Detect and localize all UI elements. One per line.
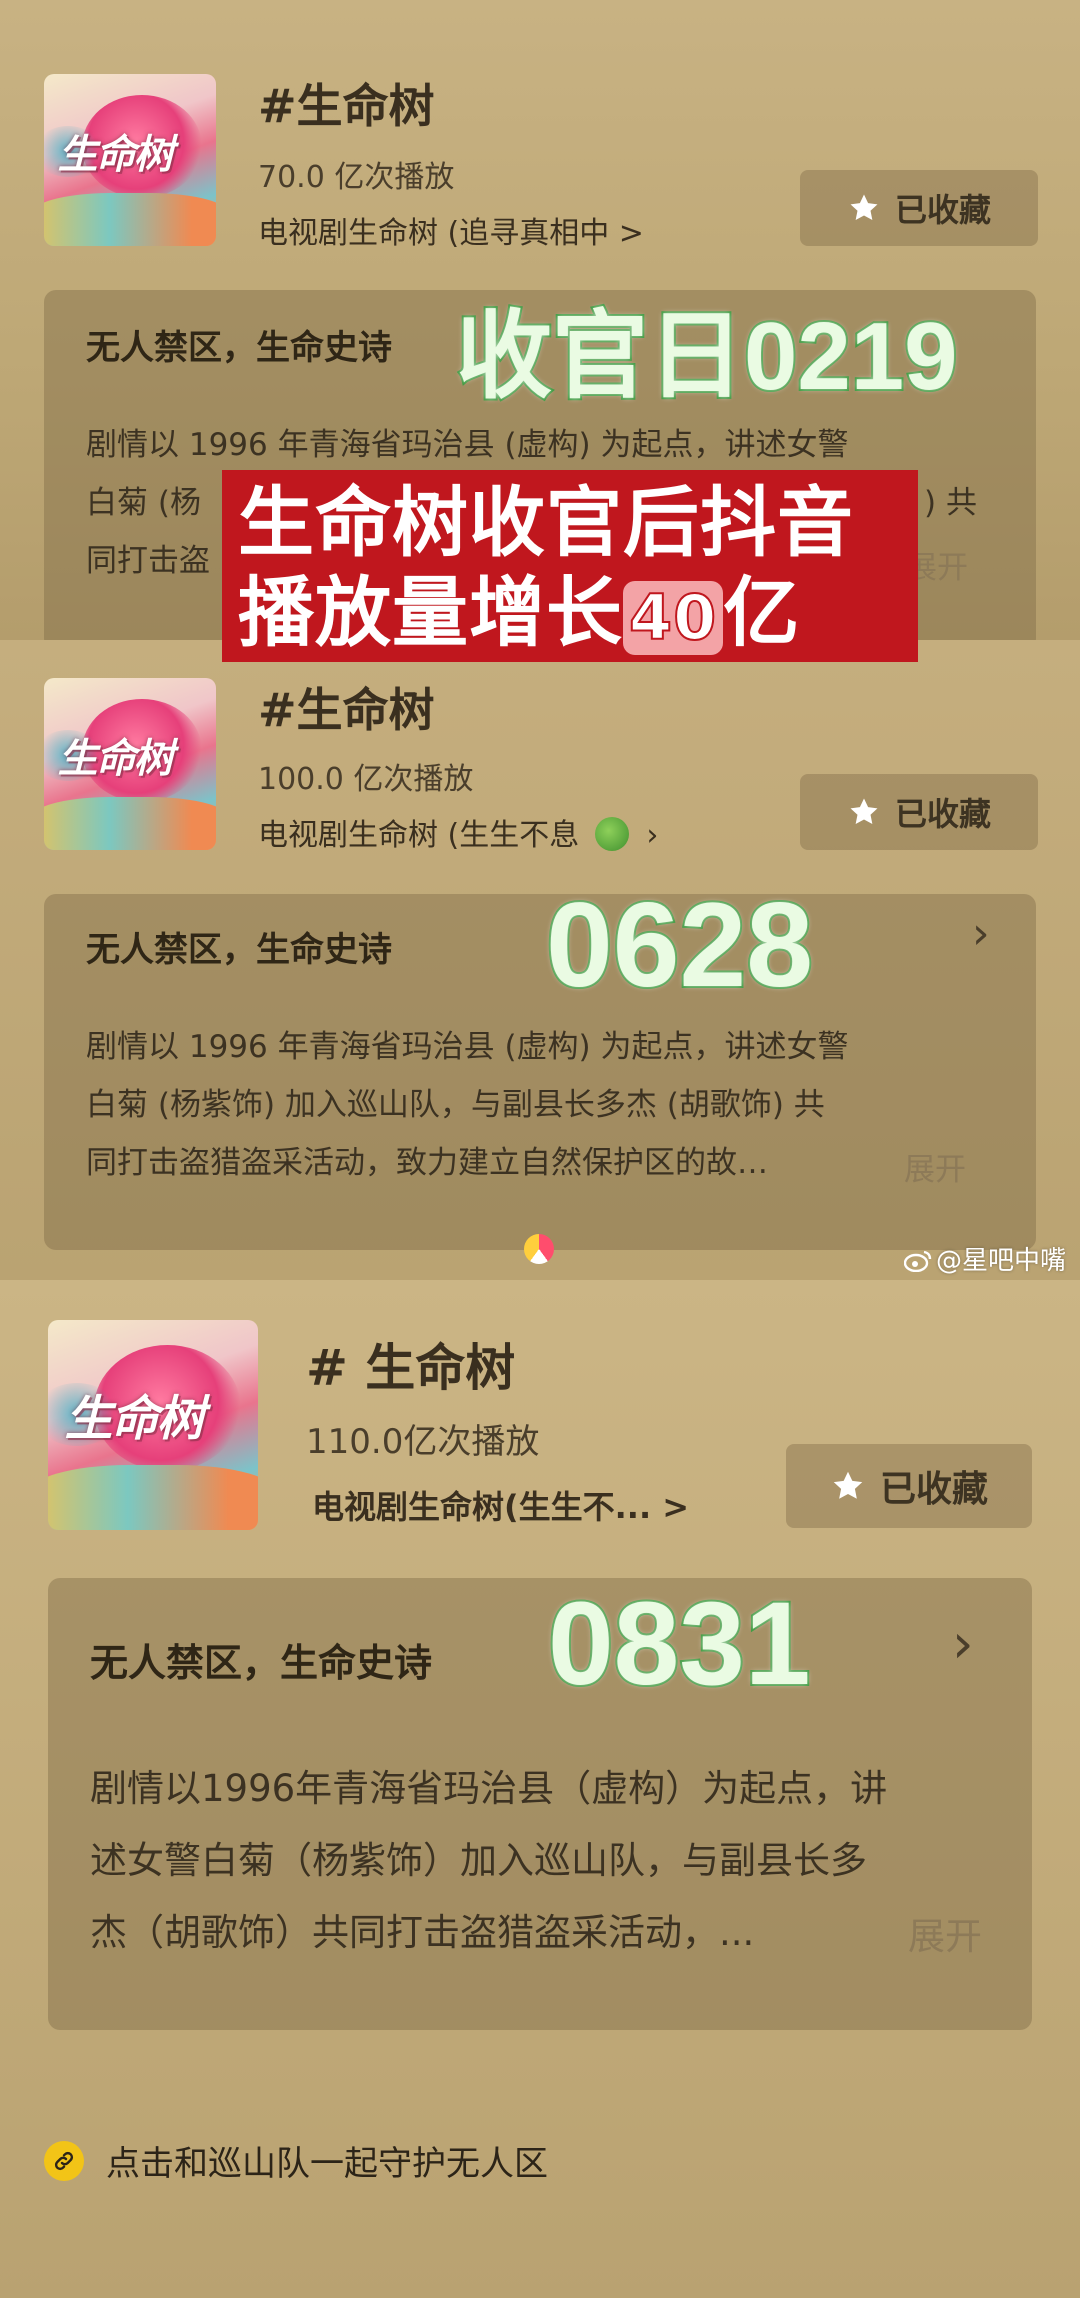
favorited-label: 已收藏	[894, 191, 991, 229]
chevron-right-icon: ›	[972, 908, 990, 959]
link-icon	[44, 2140, 84, 2181]
favorited-button[interactable]: 已收藏	[800, 774, 1038, 850]
overlay-date-3: 0831	[546, 1576, 813, 1712]
chevron-right-icon: ›	[646, 818, 659, 853]
intro-card-3[interactable]: 无人禁区，生命史诗 › 剧情以1996年青海省玛治县（虚构）为起点，讲 述女警白…	[48, 1578, 1032, 2030]
star-icon	[833, 1471, 863, 1499]
desc-line-2: 白菊 (杨	[86, 485, 201, 521]
headline-number: 40	[623, 580, 724, 655]
expand-link[interactable]: 展开	[908, 1906, 982, 1960]
watermark-text: @星吧中嘴	[935, 1246, 1066, 1276]
play-count: 110.0亿次播放	[306, 1422, 540, 1462]
desc-line-2: 述女警白菊（杨紫饰）加入巡山队，与副县长多	[90, 1839, 867, 1882]
desc-line-2-end: ) 共	[924, 485, 977, 521]
drama-link[interactable]: 电视剧生命树 (追寻真相中 >	[258, 208, 644, 252]
desc-line-2: 白菊 (杨紫饰) 加入巡山队，与副县长多杰 (胡歌饰) 共	[86, 1087, 825, 1123]
poster-title: 生命树	[64, 1390, 205, 1447]
drama-poster-2[interactable]: 生命树	[44, 678, 216, 850]
favorited-label: 已收藏	[879, 1469, 988, 1510]
desc-line-1: 剧情以1996年青海省玛治县（虚构）为起点，讲	[90, 1767, 888, 1810]
patrol-link-text: 点击和巡山队一起守护无人区	[106, 2144, 548, 2184]
favorited-button[interactable]: 已收藏	[786, 1444, 1032, 1528]
play-count: 70.0 亿次播放	[258, 160, 455, 195]
poster-title: 生命树	[57, 131, 174, 179]
topic-title: # 生命树	[306, 1339, 516, 1397]
desc-line-3: 杰（胡歌饰）共同打击盗猎盗采活动，...	[90, 1911, 755, 1954]
weibo-watermark: @星吧中嘴	[903, 1240, 1066, 1277]
card-title: 无人禁区，生命史诗	[86, 930, 392, 970]
tree-emoji-icon	[594, 817, 629, 851]
chevron-right-icon: ›	[952, 1612, 974, 1675]
headline-line-1: 生命树收官后抖音	[238, 478, 854, 567]
card-title: 无人禁区，生命史诗	[86, 328, 392, 368]
desc-line-1: 剧情以 1996 年青海省玛治县 (虚构) 为起点，讲述女警	[86, 427, 849, 463]
expand-link[interactable]: 展开	[904, 1144, 966, 1189]
intro-card-2[interactable]: 无人禁区，生命史诗 › 剧情以 1996 年青海省玛治县 (虚构) 为起点，讲述…	[44, 894, 1036, 1250]
drama-link-label: 电视剧生命树 (生生不息	[258, 818, 580, 853]
overlay-date-2: 0628	[544, 876, 815, 1014]
topic-title: #生命树	[258, 79, 435, 133]
drama-poster-3[interactable]: 生命树	[48, 1320, 258, 1530]
star-icon	[850, 798, 878, 825]
topic-panel-2: 生命树 #生命树 100.0 亿次播放 电视剧生命树 (生生不息 › 已收藏 无…	[0, 640, 1080, 1280]
poster-title: 生命树	[57, 735, 174, 783]
headline-prefix: 播放量增长	[238, 568, 623, 657]
desc-line-3: 同打击盗	[86, 543, 210, 579]
patrol-link[interactable]: 点击和巡山队一起守护无人区	[44, 2136, 548, 2185]
drama-link[interactable]: 电视剧生命树(生生不... >	[312, 1482, 689, 1528]
play-count: 100.0 亿次播放	[258, 762, 474, 797]
overlay-headline: 生命树收官后抖音 播放量增长40亿	[222, 470, 918, 662]
card-title: 无人禁区，生命史诗	[90, 1641, 433, 1685]
desc-line-1: 剧情以 1996 年青海省玛治县 (虚构) 为起点，讲述女警	[86, 1029, 849, 1065]
drama-link[interactable]: 电视剧生命树 (生生不息 ›	[258, 810, 658, 854]
star-icon	[850, 194, 878, 221]
weibo-icon	[903, 1250, 932, 1272]
drama-poster-1[interactable]: 生命树	[44, 74, 216, 246]
favorited-button[interactable]: 已收藏	[800, 170, 1038, 246]
topic-title: #生命树	[258, 683, 435, 737]
favorited-label: 已收藏	[894, 795, 991, 833]
headline-line-2: 播放量增长40亿	[238, 568, 918, 658]
overlay-date-1: 收官日0219	[454, 301, 960, 412]
headline-suffix: 亿	[723, 568, 801, 657]
app-logo-icon	[524, 1234, 554, 1264]
desc-line-3: 同打击盗猎盗采活动，致力建立自然保护区的故…	[86, 1145, 768, 1181]
